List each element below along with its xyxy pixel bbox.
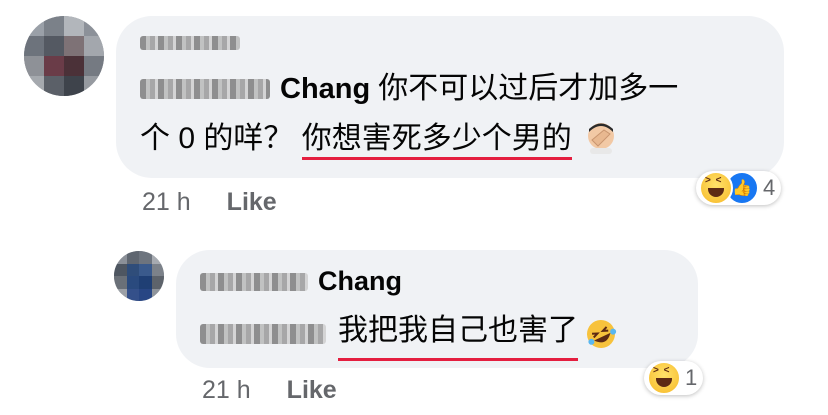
facepalm-emoji-icon bbox=[588, 123, 615, 154]
comment-2-reaction-count: 1 bbox=[685, 365, 698, 390]
comment-1-reactions[interactable]: 👍 4 bbox=[696, 171, 782, 205]
tagged-user-name[interactable]: Chang bbox=[280, 64, 370, 114]
comment-1-meta: 21 h Like bbox=[142, 188, 277, 217]
comment-2-meta: 21 h Like bbox=[202, 376, 337, 405]
comment-1-header bbox=[140, 36, 240, 50]
comment-1-like-button[interactable]: Like bbox=[227, 188, 277, 217]
comment-bubble-1: Chang 你不可以过后才加多一 个 0 的咩？ 你想害死多少个男的 bbox=[116, 16, 784, 178]
rofl-emoji-icon bbox=[587, 319, 617, 348]
avatar-commenter-1[interactable] bbox=[24, 16, 104, 96]
comment-2-time[interactable]: 21 h bbox=[202, 376, 251, 405]
comment-2-underlined-text: 我把我自己也害了 bbox=[338, 306, 578, 361]
blurred-author-name bbox=[140, 36, 240, 50]
comment-1-text-part1: 你不可以过后才加多一 bbox=[378, 72, 679, 105]
avatar-commenter-2[interactable] bbox=[114, 251, 164, 301]
comment-2-body: 我把我自己也害了 bbox=[200, 306, 618, 361]
blurred-author-name bbox=[200, 272, 308, 291]
haha-icon bbox=[647, 361, 681, 395]
comment-1-reaction-count: 4 bbox=[763, 175, 776, 200]
haha-icon bbox=[699, 171, 733, 205]
comment-2-author-name[interactable]: Chang bbox=[318, 266, 402, 297]
comment-1-underlined-text: 你想害死多少个男的 bbox=[301, 122, 572, 160]
comment-bubble-2: Chang 我把我自己也害了 bbox=[176, 250, 698, 368]
blurred-tagged-name bbox=[140, 79, 270, 99]
comment-1-time[interactable]: 21 h bbox=[142, 188, 191, 217]
comment-1-text-part2: 个 0 的咩？ bbox=[140, 122, 294, 155]
blurred-tagged-name bbox=[200, 323, 326, 344]
comment-2-header: Chang bbox=[200, 266, 402, 297]
comment-2-like-button[interactable]: Like bbox=[287, 376, 337, 405]
comment-1-body: Chang 你不可以过后才加多一 个 0 的咩？ 你想害死多少个男的 bbox=[140, 64, 770, 164]
comment-2-reactions[interactable]: 1 bbox=[644, 361, 704, 395]
